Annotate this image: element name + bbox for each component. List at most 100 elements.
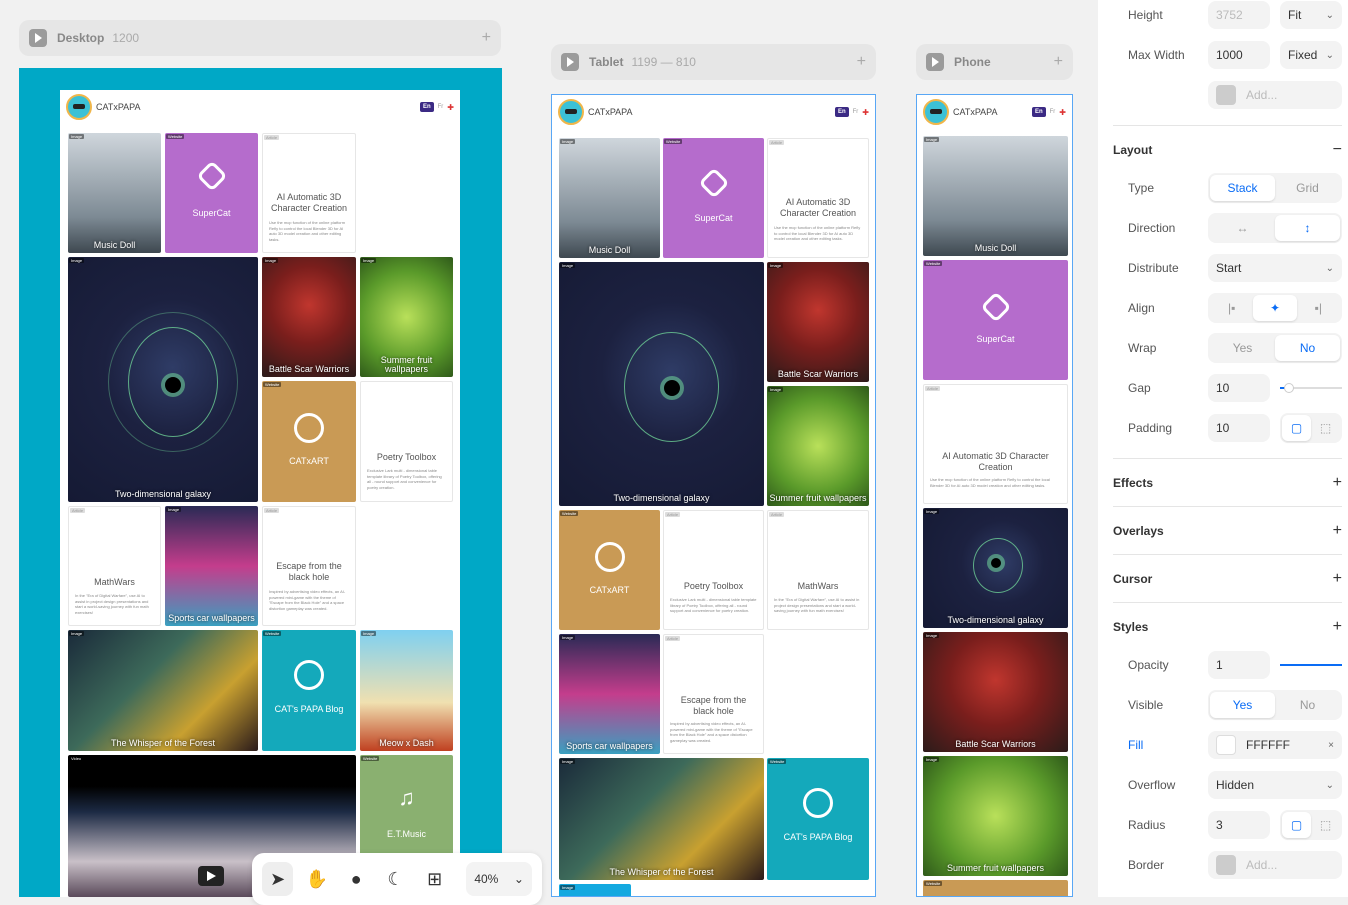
type-grid-option[interactable]: Grid: [1275, 175, 1340, 201]
card-catxart[interactable]: Website: [923, 880, 1068, 896]
language-switcher[interactable]: En Fr ✚: [834, 107, 869, 117]
card-mathwars[interactable]: Article MathWars In the "Era of Digital …: [767, 510, 869, 630]
type-stack-option[interactable]: Stack: [1210, 175, 1275, 201]
gap-slider[interactable]: [1280, 383, 1342, 393]
card-music-doll[interactable]: Image Music Doll: [559, 138, 660, 258]
fill-label[interactable]: Fill: [1128, 738, 1208, 752]
site-logo[interactable]: [923, 99, 949, 125]
lang-en-button[interactable]: En: [419, 102, 434, 112]
preview-icon[interactable]: [561, 53, 579, 71]
card-poetry[interactable]: Article Poetry Toolbox Exclusive Lark mu…: [663, 510, 764, 630]
card-ai-3d[interactable]: Article AI Automatic 3D Character Creati…: [923, 384, 1068, 504]
distribute-select[interactable]: Start ⌄: [1208, 254, 1342, 282]
card-summer-fruit[interactable]: Image Summer fruit wallpapers: [923, 756, 1068, 876]
preview-icon[interactable]: [29, 29, 47, 47]
card-battle-scar[interactable]: Image Battle Scar Warriors: [767, 262, 869, 382]
gap-input[interactable]: 10: [1208, 374, 1270, 402]
card-music-doll[interactable]: Image Music Doll: [923, 136, 1068, 256]
card-summer-fruit[interactable]: Image Summer fruit wallpapers: [767, 386, 869, 506]
add-minmax-button[interactable]: Add...: [1208, 81, 1342, 109]
fill-swatch[interactable]: [1216, 735, 1236, 755]
opacity-input[interactable]: 1: [1208, 651, 1270, 679]
add-overlay-icon[interactable]: +: [1333, 522, 1342, 540]
card-escape[interactable]: Article Escape from the black hole Inspi…: [663, 634, 764, 754]
card-meow-dash[interactable]: Image Meow x Dash: [360, 630, 453, 751]
flag-icon[interactable]: ✚: [862, 108, 869, 117]
card-music-doll[interactable]: Image Music Doll: [68, 133, 161, 253]
align-start-icon[interactable]: |▪: [1210, 295, 1253, 321]
card-catxart[interactable]: Website CATxART: [559, 510, 660, 630]
padding-uniform-icon[interactable]: ▢: [1282, 415, 1311, 441]
padding-input[interactable]: 10: [1208, 414, 1270, 442]
phone-breakpoint-header[interactable]: Phone +: [916, 44, 1073, 80]
lang-en-button[interactable]: En: [834, 107, 849, 117]
card-blog[interactable]: Website CAT's PAPA Blog: [767, 758, 869, 880]
card-galaxy[interactable]: Image Two-dimensional galaxy: [68, 257, 258, 502]
dark-mode-icon[interactable]: ☾: [380, 862, 411, 896]
tablet-breakpoint-header[interactable]: Tablet 1199 — 810 +: [551, 44, 876, 80]
height-mode-select[interactable]: Fit ⌄: [1280, 1, 1342, 29]
card-poetry[interactable]: Poetry Toolbox Exclusive Lark multi - di…: [360, 381, 453, 502]
card-ai-3d[interactable]: Article AI Automatic 3D Character Creati…: [767, 138, 869, 258]
cursor-section-header[interactable]: Cursor +: [1113, 569, 1342, 589]
lang-en-button[interactable]: En: [1031, 107, 1046, 117]
components-icon[interactable]: ⊞: [419, 862, 450, 896]
site-logo[interactable]: [66, 94, 92, 120]
align-end-icon[interactable]: ▪|: [1297, 295, 1340, 321]
add-effect-icon[interactable]: +: [1333, 474, 1342, 492]
card-partial[interactable]: Image: [559, 884, 631, 896]
padding-individual-icon[interactable]: ⬚: [1311, 415, 1340, 441]
tablet-frame[interactable]: CATxPAPA En Fr ✚ Image Music Doll Websit…: [551, 94, 876, 897]
horizontal-direction-icon[interactable]: ↔: [1210, 215, 1275, 241]
vertical-direction-icon[interactable]: ↕: [1275, 215, 1340, 241]
zoom-select[interactable]: 40% ⌄: [466, 862, 532, 896]
radius-input[interactable]: 3: [1208, 811, 1270, 839]
card-et-music[interactable]: Website ♫ E.T.Music: [360, 755, 453, 855]
card-sports-car[interactable]: Image Sports car wallpapers: [559, 634, 660, 754]
card-supercat[interactable]: Website SuperCat: [663, 138, 764, 258]
border-add-button[interactable]: Add...: [1208, 851, 1342, 879]
card-summer-fruit[interactable]: Image Summer fruit wallpapers: [360, 257, 453, 377]
wrap-no-option[interactable]: No: [1275, 335, 1340, 361]
card-supercat[interactable]: Website SuperCat: [923, 260, 1068, 380]
gap-slider-handle[interactable]: [1284, 383, 1294, 393]
maxwidth-input[interactable]: 1000: [1208, 41, 1270, 69]
collapse-icon[interactable]: −: [1333, 141, 1342, 159]
styles-section-header[interactable]: Styles +: [1113, 617, 1342, 637]
add-breakpoint-icon[interactable]: +: [482, 29, 491, 47]
hand-tool-icon[interactable]: ✋: [301, 862, 332, 896]
card-battle-scar[interactable]: Image Battle Scar Warriors: [262, 257, 356, 377]
card-whisper[interactable]: Image The Whisper of the Forest: [559, 758, 764, 880]
card-battle-scar[interactable]: Image Battle Scar Warriors: [923, 632, 1068, 752]
language-switcher[interactable]: En Fr ✚: [1031, 107, 1066, 117]
radius-individual-icon[interactable]: ⬚: [1311, 812, 1340, 838]
lang-fr-button[interactable]: Fr: [853, 109, 859, 115]
fill-input[interactable]: FFFFFF ×: [1208, 731, 1342, 759]
visible-yes-option[interactable]: Yes: [1210, 692, 1275, 718]
card-catxart[interactable]: Website CATxART: [262, 381, 356, 502]
card-galaxy[interactable]: Image Two-dimensional galaxy: [923, 508, 1068, 628]
desktop-breakpoint-header[interactable]: Desktop 1200 +: [19, 20, 501, 56]
language-switcher[interactable]: En Fr ✚: [419, 102, 454, 112]
lang-fr-button[interactable]: Fr: [438, 104, 444, 110]
preview-icon[interactable]: [926, 53, 944, 71]
lang-fr-button[interactable]: Fr: [1050, 109, 1056, 115]
card-escape[interactable]: Article Escape from the black hole Inspi…: [262, 506, 356, 626]
height-input[interactable]: 3752: [1208, 1, 1270, 29]
card-galaxy[interactable]: Image Two-dimensional galaxy: [559, 262, 764, 506]
clear-fill-icon[interactable]: ×: [1328, 740, 1334, 751]
flag-icon[interactable]: ✚: [447, 103, 454, 112]
wrap-yes-option[interactable]: Yes: [1210, 335, 1275, 361]
card-supercat[interactable]: Website SuperCat: [165, 133, 258, 253]
opacity-slider[interactable]: [1280, 664, 1342, 666]
card-mathwars[interactable]: Article MathWars In the "Era of Digital …: [68, 506, 161, 626]
radius-uniform-icon[interactable]: ▢: [1282, 812, 1311, 838]
site-logo[interactable]: [558, 99, 584, 125]
card-ai-3d[interactable]: Article AI Automatic 3D Character Creati…: [262, 133, 356, 253]
desktop-frame[interactable]: CATxPAPA En Fr ✚ Image Music Doll Websit…: [60, 90, 460, 897]
add-breakpoint-icon[interactable]: +: [857, 53, 866, 71]
preview-play-button[interactable]: [198, 866, 224, 886]
maxwidth-mode-select[interactable]: Fixed ⌄: [1280, 41, 1342, 69]
layout-section-header[interactable]: Layout −: [1113, 140, 1342, 160]
select-tool-icon[interactable]: ➤: [262, 862, 294, 896]
